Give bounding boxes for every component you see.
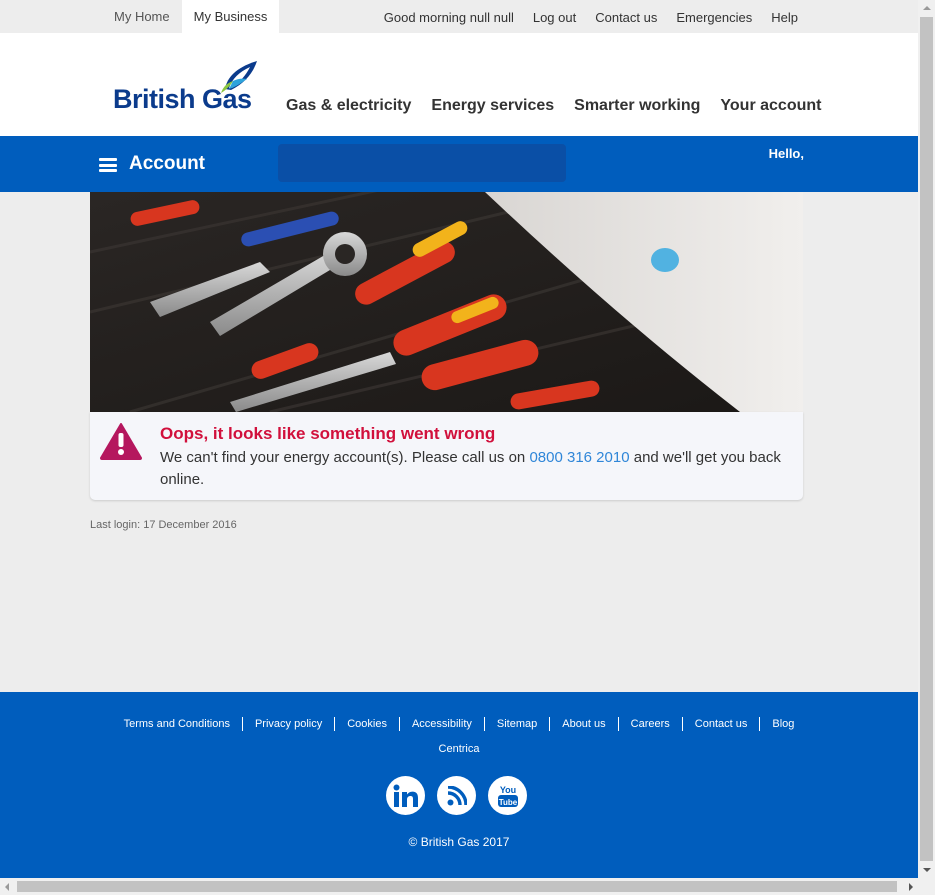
footer-link-blog[interactable]: Blog [759,717,806,731]
account-selector[interactable] [278,144,566,182]
menu-icon[interactable] [99,158,117,172]
linkedin-icon [393,784,418,807]
footer-link-sitemap[interactable]: Sitemap [483,717,549,731]
footer-link-accessibility[interactable]: Accessibility [398,717,484,731]
hero-image [90,192,803,412]
utility-bar: My Home My Business Good morning null nu… [0,0,918,33]
greeting-text: Good morning null null [383,10,514,25]
vertical-scrollbar[interactable] [918,0,935,878]
horizontal-scrollbar[interactable] [0,878,918,895]
help-link[interactable]: Help [771,0,798,33]
footer-link-cookies[interactable]: Cookies [334,717,399,731]
svg-text:You: You [499,785,515,795]
logout-link[interactable]: Log out [533,0,576,33]
site-tabs: My Home My Business [102,0,280,33]
error-card: Oops, it looks like something went wrong… [90,412,803,500]
youtube-button[interactable]: You Tube [488,776,527,815]
last-login-text: Last login: 17 December 2016 [90,519,237,531]
footer-link-terms[interactable]: Terms and Conditions [112,717,242,731]
nav-smarter-working[interactable]: Smarter working [574,97,700,115]
rss-button[interactable] [437,776,476,815]
page: My Home My Business Good morning null nu… [0,0,918,878]
account-bar: Account Hello, [0,136,918,192]
main-nav: Gas & electricity Energy services Smarte… [286,97,841,115]
nav-your-account[interactable]: Your account [720,97,821,115]
nav-energy-services[interactable]: Energy services [431,97,554,115]
footer-link-privacy[interactable]: Privacy policy [241,717,334,731]
hello-text: Hello, [768,146,804,161]
british-gas-logo[interactable]: British Gas [113,59,263,119]
account-title[interactable]: Account [129,153,205,175]
contact-us-link[interactable]: Contact us [595,0,657,33]
footer-link-careers[interactable]: Careers [617,717,682,731]
brand-name: British Gas [113,84,252,114]
social-links: You Tube [386,776,539,815]
nav-gas-electricity[interactable]: Gas & electricity [286,97,411,115]
scroll-up-icon[interactable] [923,6,931,10]
scrollbar-corner [918,878,935,895]
horizontal-scroll-thumb[interactable] [17,881,897,892]
tab-my-home[interactable]: My Home [102,0,182,33]
linkedin-button[interactable] [386,776,425,815]
tab-my-business[interactable]: My Business [181,0,280,33]
scroll-left-icon[interactable] [5,883,9,891]
copyright-text: © British Gas 2017 [408,835,510,849]
svg-text:Tube: Tube [498,798,517,807]
footer-link-about[interactable]: About us [549,717,617,731]
vertical-scroll-thumb[interactable] [920,17,933,861]
emergencies-link[interactable]: Emergencies [676,0,752,33]
scroll-right-icon[interactable] [909,883,913,891]
footer-link-centrica[interactable]: Centrica [0,743,918,755]
site-footer: Terms and Conditions Privacy policy Cook… [0,692,918,878]
footer-link-contact[interactable]: Contact us [681,717,760,731]
rss-icon [447,785,467,805]
phone-link[interactable]: 0800 316 2010 [529,449,629,466]
scroll-down-icon[interactable] [923,868,931,872]
error-message-start: We can't find your energy account(s). Pl… [160,449,530,466]
error-title: Oops, it looks like something went wrong [160,424,496,443]
footer-links: Terms and Conditions Privacy policy Cook… [0,717,918,731]
tools-photo-icon [90,192,803,412]
error-message: We can't find your energy account(s). Pl… [160,447,790,491]
utility-links: Good morning null null Log out Contact u… [365,0,798,33]
youtube-icon: You Tube [497,785,518,807]
site-header: British Gas Gas & electricity Energy ser… [0,33,918,136]
warning-icon [100,423,142,460]
